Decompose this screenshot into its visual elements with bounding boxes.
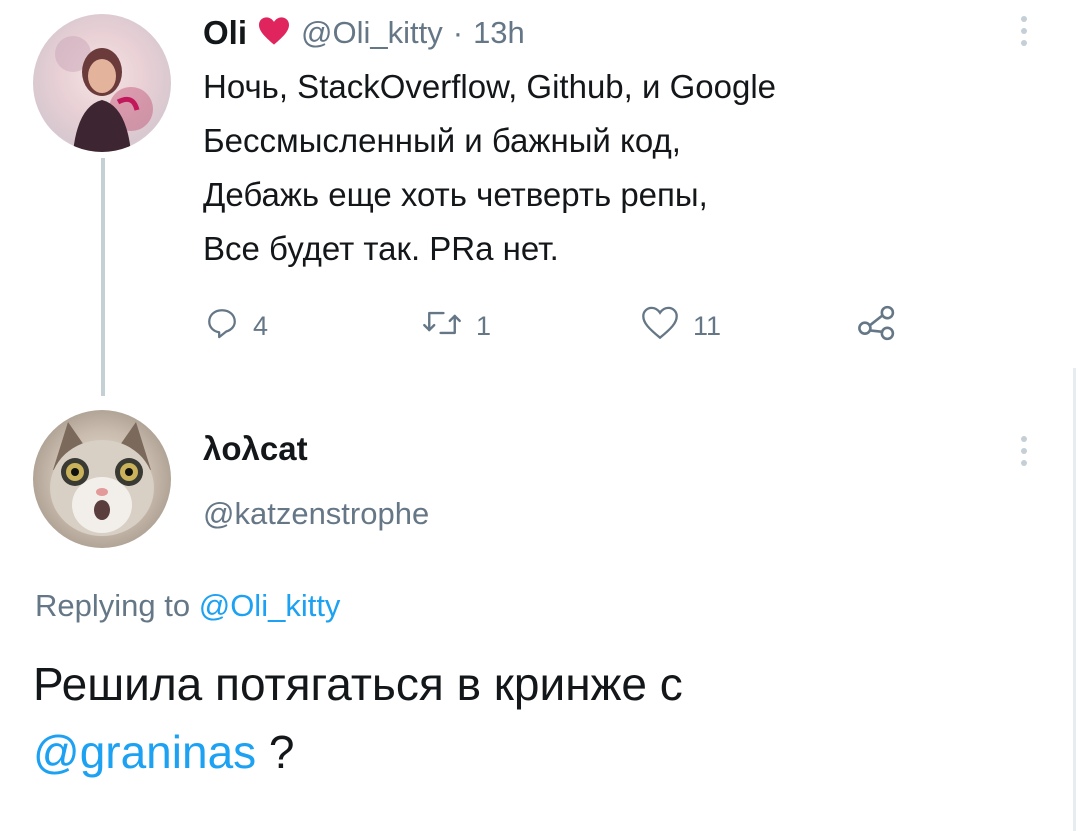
- reply-count: 4: [253, 311, 269, 341]
- tweet-line: Ночь, StackOverflow, Github, и Google: [203, 68, 777, 105]
- retweet-icon[interactable]: [422, 306, 462, 347]
- replying-to-label: Replying to: [35, 588, 191, 623]
- author-handle[interactable]: @katzenstrophe: [203, 496, 429, 532]
- tweet-line: @graninas ?: [33, 718, 683, 786]
- avatar-cat-image: [50, 422, 154, 536]
- retweet-count: 1: [476, 311, 492, 341]
- time-separator: ·: [452, 15, 464, 50]
- author-name[interactable]: λoλcat: [203, 430, 308, 468]
- author-name[interactable]: Oli: [203, 14, 247, 52]
- reply-action[interactable]: 4: [205, 306, 268, 347]
- mention-link[interactable]: @graninas: [33, 726, 256, 778]
- more-icon[interactable]: [1020, 16, 1028, 46]
- retweet-action[interactable]: 1: [422, 306, 491, 347]
- like-icon[interactable]: [641, 306, 679, 347]
- tweet-line: Бессмысленный и бажный код,: [203, 122, 681, 159]
- tweet-line: Дебажь еще хоть четверть репы,: [203, 176, 708, 213]
- tweet2-body: Решила потягаться в кринже с @graninas ?: [33, 650, 683, 786]
- tweet-time[interactable]: 13h: [473, 15, 525, 51]
- author-handle[interactable]: @Oli_kitty: [301, 15, 443, 51]
- tweet1-header: Oli @Oli_kitty · 13h: [203, 14, 525, 52]
- tweet1-body: Ночь, StackOverflow, Github, и Google Бе…: [203, 60, 776, 276]
- like-action[interactable]: 11: [641, 306, 721, 347]
- avatar[interactable]: [33, 410, 171, 548]
- avatar[interactable]: [33, 14, 171, 152]
- share-icon[interactable]: [856, 304, 898, 347]
- panel-edge: [1073, 368, 1076, 831]
- avatar-portrait-image: [55, 36, 153, 152]
- thread-connector-line: [101, 158, 105, 396]
- tweet-line: Все будет так. PRa нет.: [203, 230, 559, 267]
- like-count: 11: [693, 311, 722, 341]
- replying-to: Replying to @Oli_kitty: [35, 588, 340, 624]
- tweet-line: Решила потягаться в кринже с: [33, 658, 683, 710]
- heart-icon: [257, 16, 291, 51]
- replying-to-handle[interactable]: @Oli_kitty: [199, 588, 341, 623]
- more-icon[interactable]: [1020, 436, 1028, 466]
- tweet-text-end: ?: [256, 726, 295, 778]
- reply-icon[interactable]: [205, 306, 239, 347]
